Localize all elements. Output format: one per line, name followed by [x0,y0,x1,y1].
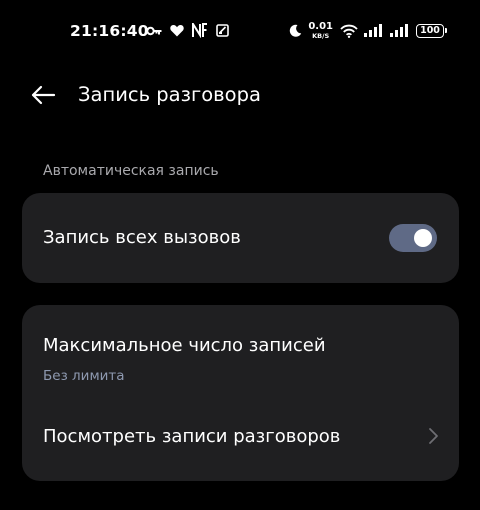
view-records-label: Посмотреть записи разговоров [43,426,341,447]
back-button[interactable] [24,76,62,114]
toggle-knob [414,229,432,247]
record-all-calls-row[interactable]: Запись всех вызовов [22,193,459,283]
moon-icon [290,25,302,38]
record-all-calls-label: Запись всех вызовов [43,227,241,248]
status-right-icons: 0.01 KB/S 100 [289,22,447,40]
max-records-value: Без лимита [43,368,125,384]
net-speed-unit: KB/S [312,32,330,40]
battery-icon: 100 [416,23,447,38]
arrow-left-icon [31,85,56,105]
status-bar: 21:16:40 0.01 KB/S 100 [0,0,480,64]
signal-icon [364,24,382,38]
status-time: 21:16:40 [70,22,149,40]
app-bar: Запись разговора [0,70,480,120]
record-all-calls-toggle[interactable] [389,224,437,252]
record-settings-card: Максимальное число записей Без лимита По… [22,305,459,481]
wifi-icon [340,24,358,38]
net-speed: 0.01 KB/S [308,22,333,40]
key-icon [146,26,162,35]
view-records-row[interactable]: Посмотреть записи разговоров [22,395,459,481]
screenshot-icon [216,24,229,37]
heart-icon [170,25,184,37]
status-left-icons [146,23,229,38]
signal-icon [390,24,408,38]
net-speed-value: 0.01 [308,21,333,32]
max-records-row[interactable]: Максимальное число записей Без лимита [22,305,459,395]
auto-record-card: Запись всех вызовов [22,193,459,283]
section-header-auto-record: Автоматическая запись [43,163,219,179]
chevron-right-icon [429,428,438,444]
nfc-icon [192,23,207,38]
max-records-label: Максимальное число записей [43,335,326,356]
page-title: Запись разговора [78,83,261,106]
